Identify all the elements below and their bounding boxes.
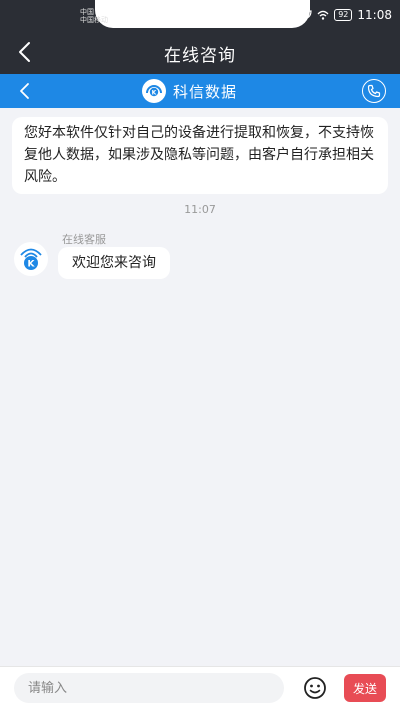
call-button[interactable]	[362, 79, 386, 103]
back-arrow-icon[interactable]	[16, 81, 34, 101]
agent-avatar: K	[14, 242, 48, 276]
emoji-icon[interactable]	[303, 676, 327, 700]
eye-comfort-icon	[302, 10, 312, 20]
status-bar: 中国 中国移动 92 11:08	[0, 0, 400, 30]
message-timestamp: 11:07	[184, 203, 216, 216]
carrier-line-2: 中国移动	[80, 16, 108, 24]
brand: K 科信数据	[142, 79, 237, 103]
input-bar: 发送	[0, 666, 400, 711]
battery-icon: 92	[334, 9, 353, 21]
message-input[interactable]	[14, 673, 284, 703]
camera-notch	[95, 0, 310, 28]
disclaimer-message: 您好本软件仅针对自己的设备进行提取和恢复，不支持恢复他人数据，如果涉及隐私等问题…	[12, 117, 388, 194]
agent-message-bubble: 欢迎您来咨询	[58, 247, 170, 279]
top-nav-bar: 在线咨询	[0, 30, 400, 74]
wifi-icon	[317, 10, 329, 20]
send-button[interactable]: 发送	[344, 674, 386, 702]
svg-text:K: K	[28, 260, 36, 270]
service-header: K 科信数据	[0, 74, 400, 108]
brand-logo-icon: K	[20, 248, 42, 270]
carrier-line-1: 中国	[80, 8, 94, 16]
brand-logo-icon: K	[142, 79, 166, 103]
agent-name: 在线客服	[62, 233, 106, 246]
status-time: 11:08	[357, 8, 392, 22]
status-indicators: 92 11:08	[302, 8, 392, 22]
svg-text:K: K	[152, 90, 157, 97]
carrier-info: 中国 中国移动	[80, 8, 108, 24]
brand-name: 科信数据	[173, 82, 238, 101]
page-title: 在线咨询	[164, 46, 236, 66]
phone-icon	[367, 84, 381, 98]
